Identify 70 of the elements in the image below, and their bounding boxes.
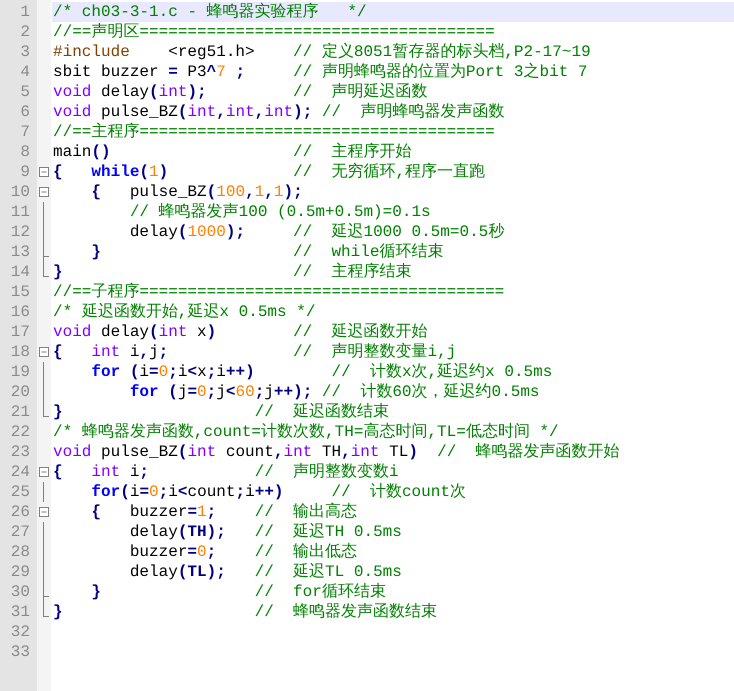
line-number: 6: [19, 102, 31, 122]
line-number: 4: [19, 62, 31, 82]
line-number: 13: [10, 242, 31, 262]
line-number: 26: [10, 502, 31, 522]
line-number: 24: [10, 462, 31, 482]
line-number: 19: [10, 362, 31, 382]
line-number: 5: [19, 82, 31, 102]
code-line: { pulse_BZ(100,1,1);: [90, 182, 304, 202]
code-line: void pulse_BZ(int,int,int); // 声明蜂鸣器发声函数: [52, 102, 506, 122]
line-number: 21: [10, 402, 31, 422]
code-line: } // for循环结束: [90, 582, 387, 602]
code-line: // 蜂鸣器发声100 (0.5m+0.5m)=0.1s: [128, 202, 432, 222]
line-number: 20: [10, 382, 31, 402]
line-number: 33: [10, 642, 31, 662]
code-line: #include <reg51.h> // 定义8051暂存器的标头档,P2-17~19: [52, 42, 592, 62]
line-number: 16: [10, 302, 31, 322]
code-line: delay(TL); // 延迟TL 0.5ms: [128, 562, 403, 582]
line-number: 8: [19, 142, 31, 162]
line-number: 31: [10, 602, 31, 622]
code-line: } // 主程序结束: [52, 262, 412, 282]
line-number: 10: [10, 182, 31, 202]
collapse-icon[interactable]: [39, 467, 49, 477]
code-line: } // 蜂鸣器发声函数结束: [52, 602, 438, 622]
line-number: 22: [10, 422, 31, 442]
code-line: buzzer=0; // 输出低态: [128, 542, 358, 562]
code-line: } // 延迟函数结束: [52, 402, 390, 422]
code-line: { int i; // 声明整数变数i: [52, 462, 400, 482]
line-number: 32: [10, 622, 31, 642]
code-line: /* 蜂鸣器发声函数,count=计数次数,TH=高态时间,TL=低态时间 */: [52, 422, 560, 442]
line-number: 25: [10, 482, 31, 502]
collapse-icon[interactable]: [39, 507, 49, 517]
code-line: { int i,j; // 声明整数变量i,j: [52, 342, 458, 362]
code-line: for(i=0;i<count;i++) // 计数count次: [90, 482, 467, 502]
line-number: 1: [19, 2, 31, 22]
code-line: delay(TH); // 延迟TH 0.5ms: [128, 522, 403, 542]
code-line: void delay(int); // 声明延迟函数: [52, 82, 428, 102]
code-line: for (j=0;j<60;j++); // 计数60次，延迟约0.5ms: [128, 382, 541, 402]
line-number: 2: [19, 22, 31, 42]
line-number: 12: [10, 222, 31, 242]
line-number: 17: [10, 322, 31, 342]
line-number: 29: [10, 562, 31, 582]
collapse-icon[interactable]: [39, 187, 49, 197]
fold-end-line: [43, 402, 49, 417]
fold-line: [43, 482, 44, 502]
code-line: { buzzer=1; // 输出高态: [90, 502, 358, 522]
code-line: sbit buzzer = P3^7 ; // 声明蜂鸣器的位置为Port 3之bit 7: [52, 62, 588, 82]
line-number: 9: [19, 162, 31, 182]
line-number: 27: [10, 522, 31, 542]
line-number: 7: [19, 122, 31, 142]
line-number: 30: [10, 582, 31, 602]
code-line: //==子程序======================================: [52, 282, 506, 302]
code-line: //==主程序=====================================: [52, 122, 496, 142]
code-line: { while(1) // 无穷循环,程序一直跑: [52, 162, 486, 182]
line-number: 11: [10, 202, 31, 222]
code-line: /* 延迟函数开始,延迟x 0.5ms */: [52, 302, 316, 322]
line-number: 18: [10, 342, 31, 362]
code-line: } // while循环结束: [90, 242, 444, 262]
code-line: for (i=0;i<x;i++) // 计数x次,延迟约x 0.5ms: [90, 362, 554, 382]
line-number: 14: [10, 262, 31, 282]
collapse-icon[interactable]: [39, 347, 49, 357]
code-line: main() // 主程序开始: [52, 142, 412, 162]
collapse-icon[interactable]: [39, 167, 49, 177]
line-number: 28: [10, 542, 31, 562]
line-number: 15: [10, 282, 31, 302]
line-number: 3: [19, 42, 31, 62]
code-line: void pulse_BZ(int count,int TH,int TL) // 蜂鸣器发声函数开始: [52, 442, 621, 462]
code-line: delay(1000); // 延迟1000 0.5m=0.5秒: [128, 222, 506, 242]
line-number: 23: [10, 442, 31, 462]
code-line: void delay(int x) // 延迟函数开始: [52, 322, 428, 342]
code-line: //==声明区=====================================: [52, 22, 496, 42]
